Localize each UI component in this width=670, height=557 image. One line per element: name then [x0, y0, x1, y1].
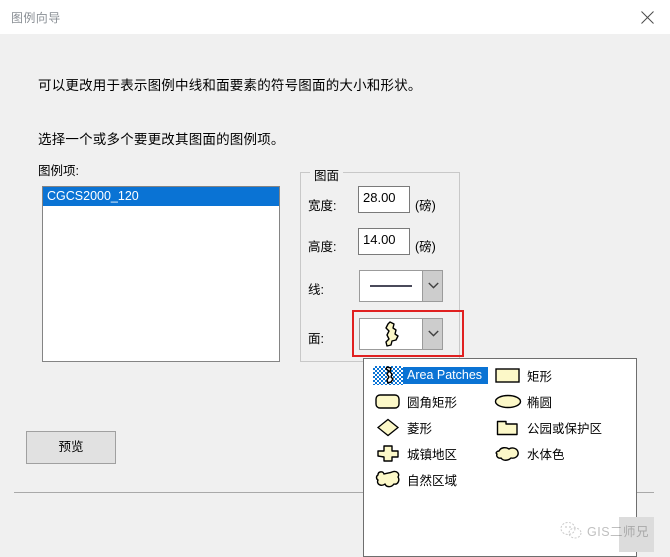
polygon-patch-combobox[interactable] [359, 318, 443, 350]
line-patch-dropdown-button[interactable] [422, 271, 442, 301]
dropdown-item-label: 自然区域 [407, 474, 458, 488]
legend-wizard-window: 图例向导 可以更改用于表示图例中线和面要素的符号图面的大小和形状。 选择一个或多… [0, 0, 670, 557]
line-patch-combobox[interactable] [359, 270, 443, 302]
dropdown-item-label: 城镇地区 [407, 448, 458, 462]
polygon-patch-dropdown-button[interactable] [422, 319, 442, 349]
dropdown-item-diamond[interactable]: 菱形 [373, 417, 432, 438]
dropdown-item-water-body[interactable]: 水体色 [493, 443, 565, 464]
dropdown-item-label: 圆角矩形 [407, 396, 458, 410]
dropdown-item-natural-area[interactable]: 自然区域 [373, 469, 457, 490]
dropdown-item-rectangle[interactable]: 矩形 [493, 365, 552, 386]
polygon-patch-preview [360, 319, 423, 349]
dropdown-item-park[interactable]: 公园或保护区 [493, 417, 602, 438]
close-button[interactable] [625, 0, 670, 33]
ellipse-icon [493, 392, 523, 411]
preview-button[interactable]: 预览 [26, 431, 116, 464]
patch-group-title: 图面 [310, 165, 344, 184]
urban-area-icon [373, 444, 403, 463]
chevron-down-icon [428, 330, 439, 337]
line-patch-label: 线: [308, 283, 324, 297]
dropdown-item-label: 矩形 [527, 370, 553, 384]
line-patch-preview [360, 271, 423, 301]
dropdown-item-urban-area[interactable]: 城镇地区 [373, 443, 457, 464]
legend-items-label: 图例项: [38, 164, 79, 178]
description-line-2: 选择一个或多个要更改其图面的图例项。 [38, 132, 285, 147]
dropdown-item-ellipse[interactable]: 椭圆 [493, 391, 552, 412]
dropdown-item-label: 菱形 [407, 422, 433, 436]
close-icon [641, 11, 654, 24]
water-body-icon [493, 444, 523, 463]
dropdown-item-label: 水体色 [527, 448, 565, 462]
height-unit: (磅) [415, 240, 436, 254]
description-line-1: 可以更改用于表示图例中线和面要素的符号图面的大小和形状。 [38, 78, 422, 93]
polygon-patch-label: 面: [308, 332, 324, 346]
width-unit: (磅) [415, 199, 436, 213]
line-swatch-icon [370, 285, 412, 287]
legend-items-listbox[interactable]: CGCS2000_120 [42, 186, 280, 362]
width-input[interactable]: 28.00 [358, 186, 410, 213]
area-patch-icon [378, 321, 406, 353]
dropdown-item-label: 公园或保护区 [527, 422, 603, 436]
area-patch-icon [373, 366, 403, 385]
watermark-text: GIS二师兄 [587, 525, 650, 539]
width-label: 宽度: [308, 199, 337, 213]
height-label: 高度: [308, 240, 337, 254]
list-item[interactable]: CGCS2000_120 [43, 187, 279, 206]
chevron-down-icon [428, 282, 439, 289]
rectangle-icon [493, 366, 523, 385]
natural-area-icon [373, 470, 403, 489]
dropdown-item-label: 椭圆 [527, 396, 553, 410]
dropdown-item-label: Area Patches [403, 367, 489, 384]
watermark: GIS二师兄 [560, 521, 649, 540]
height-input[interactable]: 14.00 [358, 228, 410, 255]
park-icon [493, 418, 523, 437]
diamond-icon [373, 418, 403, 437]
dropdown-item-area-patches[interactable]: Area Patches [373, 365, 489, 386]
wechat-icon [560, 522, 582, 539]
window-title: 图例向导 [11, 11, 61, 25]
rounded-rect-icon [373, 392, 403, 411]
dropdown-item-rounded-rect[interactable]: 圆角矩形 [373, 391, 457, 412]
title-bar: 图例向导 [0, 0, 670, 35]
